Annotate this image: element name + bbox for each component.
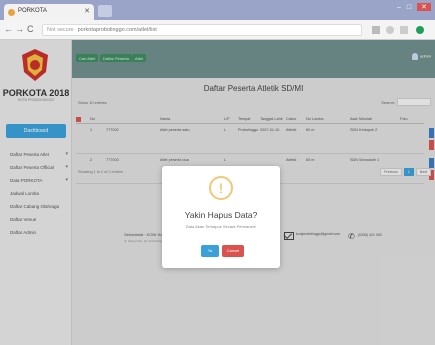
not-secure-label: Not secure [47,27,74,33]
reload-icon[interactable]: C [27,24,34,34]
address-bar[interactable]: Not secure porkotaprobolinggo.com/atlet/l… [42,24,362,36]
window-controls: –□ ✕ [397,3,431,11]
new-tab-button[interactable] [98,5,112,17]
dialog-message: Data Akan Terhapus Secara Permanen! [185,224,257,229]
cancel-button[interactable]: Cancel [222,245,244,257]
tab-title: PORKOTA [18,8,47,14]
bookmark-icon[interactable] [372,26,380,34]
browser-toolbar: ← → C Not secure porkotaprobolinggo.com/a… [0,20,435,40]
close-icon[interactable]: ✕ [84,7,90,15]
delete-confirm-dialog: ! Yakin Hapus Data? Data Akan Terhapus S… [162,166,280,268]
warning-icon: ! [209,176,233,200]
url-text: porkotaprobolinggo.com/atlet/list [77,27,157,33]
profile-icon[interactable] [416,26,424,34]
extension-icon[interactable] [386,26,394,34]
maximize-icon[interactable]: □ [407,4,417,11]
back-arrow-icon[interactable]: ← [4,24,13,34]
minimize-icon[interactable]: – [397,4,407,11]
settings-icon[interactable] [400,26,408,34]
browser-tab-bar: PORKOTA ✕ –□ ✕ [0,0,435,20]
confirm-button[interactable]: Ya [201,245,219,257]
favicon-icon [8,9,15,16]
forward-arrow-icon[interactable]: → [15,24,24,34]
browser-tab[interactable]: PORKOTA ✕ [4,4,94,20]
window-close-icon[interactable]: ✕ [417,3,431,11]
dialog-title: Yakin Hapus Data? [184,210,258,220]
